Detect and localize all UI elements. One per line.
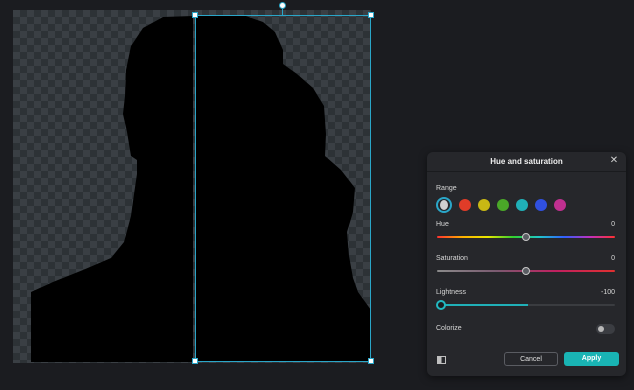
saturation-label: Saturation — [436, 255, 468, 262]
lightness-label: Lightness — [436, 289, 466, 296]
hue-slider-thumb[interactable] — [522, 233, 530, 241]
resize-handle-top-right[interactable] — [368, 12, 374, 18]
colorize-label: Colorize — [436, 325, 462, 332]
silhouette-left — [31, 16, 193, 362]
resize-handle-bottom-right[interactable] — [368, 358, 374, 364]
saturation-slider-thumb[interactable] — [522, 267, 530, 275]
swatch-red[interactable] — [459, 199, 471, 211]
saturation-value: 0 — [611, 255, 615, 262]
apply-button[interactable]: Apply — [564, 352, 619, 366]
range-swatches — [436, 197, 566, 213]
hue-saturation-panel: Hue and saturation ✕ Range Hue 0 Saturat… — [427, 152, 626, 376]
hue-label: Hue — [436, 221, 449, 228]
cancel-button[interactable]: Cancel — [504, 352, 558, 366]
lightness-value: -100 — [600, 289, 615, 296]
resize-handle-bottom-left[interactable] — [192, 358, 198, 364]
swatch-magenta[interactable] — [554, 199, 566, 211]
compare-icon[interactable] — [437, 356, 446, 364]
swatch-green[interactable] — [497, 199, 509, 211]
close-icon[interactable]: ✕ — [609, 156, 619, 166]
range-label: Range — [436, 185, 457, 192]
lightness-slider-thumb[interactable] — [436, 300, 446, 310]
swatch-yellow[interactable] — [478, 199, 490, 211]
colorize-toggle[interactable] — [596, 324, 615, 334]
swatch-cyan[interactable] — [516, 199, 528, 211]
resize-handle-top-left[interactable] — [192, 12, 198, 18]
colorize-toggle-knob — [598, 326, 604, 332]
swatch-blue[interactable] — [535, 199, 547, 211]
hue-value: 0 — [611, 221, 615, 228]
panel-header: Hue and saturation ✕ — [427, 152, 626, 172]
panel-title: Hue and saturation — [490, 157, 563, 166]
swatch-all[interactable] — [436, 197, 452, 213]
lightness-slider-fill — [441, 304, 528, 306]
rotate-handle[interactable] — [279, 2, 286, 9]
selection-box[interactable] — [195, 15, 371, 362]
